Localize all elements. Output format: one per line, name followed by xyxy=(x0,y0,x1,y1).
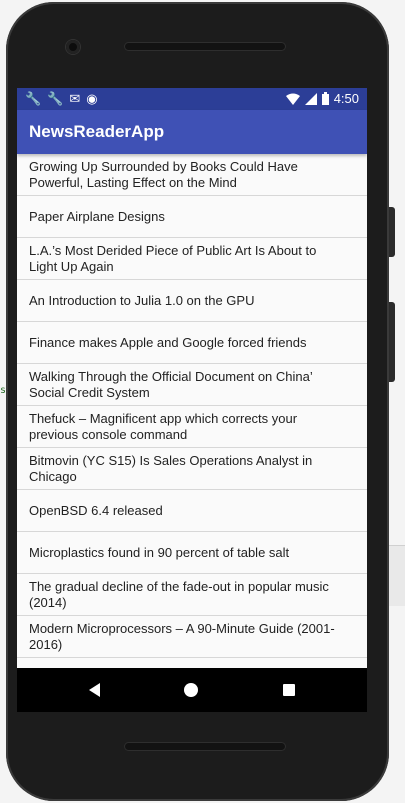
article-title: L.A.’s Most Derided Piece of Public Art … xyxy=(29,242,317,274)
circle-icon: ◉ xyxy=(86,91,98,106)
list-item[interactable]: Growing Up Surrounded by Books Could Hav… xyxy=(17,154,367,196)
article-title: An Introduction to Julia 1.0 on the GPU xyxy=(29,292,255,308)
list-item[interactable]: OpenBSD 6.4 released xyxy=(17,490,367,532)
navigation-bar xyxy=(17,668,367,712)
bottom-speaker xyxy=(124,742,286,751)
front-camera xyxy=(66,40,80,54)
system-icons: 4:50 xyxy=(285,91,359,106)
article-title: OpenBSD 6.4 released xyxy=(29,502,163,518)
screen: 🔧 🔧 ✉ ◉ 4:50 NewsReaderApp Growing Up Su… xyxy=(17,88,367,668)
wifi-icon xyxy=(285,93,300,105)
volume-button xyxy=(389,207,395,257)
notification-icons: 🔧 🔧 ✉ ◉ xyxy=(25,91,98,107)
article-title: Paper Airplane Designs xyxy=(29,208,165,224)
list-item[interactable]: Walking Through the Official Document on… xyxy=(17,364,367,406)
list-item[interactable]: Modern Microprocessors – A 90-Minute Gui… xyxy=(17,616,367,658)
battery-icon xyxy=(321,92,329,105)
list-item[interactable]: Microplastics found in 90 percent of tab… xyxy=(17,532,367,574)
article-title: Thefuck – Magnificent app which corrects… xyxy=(29,410,298,442)
home-icon[interactable] xyxy=(184,683,198,697)
list-item[interactable]: Finance makes Apple and Google forced fr… xyxy=(17,322,367,364)
clock: 4:50 xyxy=(333,91,359,106)
article-list: Growing Up Surrounded by Books Could Hav… xyxy=(17,154,367,658)
status-bar: 🔧 🔧 ✉ ◉ 4:50 xyxy=(17,88,367,110)
mail-icon: ✉ xyxy=(69,91,81,106)
list-item[interactable]: Bitmovin (YC S15) Is Sales Operations An… xyxy=(17,448,367,490)
article-title: Microplastics found in 90 percent of tab… xyxy=(29,544,290,560)
list-item[interactable]: Paper Airplane Designs xyxy=(17,196,367,238)
list-item[interactable]: An Introduction to Julia 1.0 on the GPU xyxy=(17,280,367,322)
wrench-icon: 🔧 xyxy=(25,91,42,106)
list-item[interactable]: Thefuck – Magnificent app which corrects… xyxy=(17,406,367,448)
list-item[interactable]: The gradual decline of the fade-out in p… xyxy=(17,574,367,616)
article-title: The gradual decline of the fade-out in p… xyxy=(29,578,329,610)
recents-icon[interactable] xyxy=(283,684,295,696)
app-bar: NewsReaderApp xyxy=(17,110,367,154)
wrench-icon: 🔧 xyxy=(47,91,64,106)
article-title: Growing Up Surrounded by Books Could Hav… xyxy=(29,158,298,190)
power-button xyxy=(389,302,395,382)
article-title: Modern Microprocessors – A 90-Minute Gui… xyxy=(29,620,335,652)
app-title: NewsReaderApp xyxy=(29,122,165,141)
article-title: Finance makes Apple and Google forced fr… xyxy=(29,334,307,350)
signal-icon xyxy=(304,92,317,105)
earpiece-speaker xyxy=(124,42,286,51)
back-icon[interactable] xyxy=(89,683,100,697)
list-item[interactable]: L.A.’s Most Derided Piece of Public Art … xyxy=(17,238,367,280)
article-title: Bitmovin (YC S15) Is Sales Operations An… xyxy=(29,452,313,484)
article-title: Walking Through the Official Document on… xyxy=(29,368,313,400)
